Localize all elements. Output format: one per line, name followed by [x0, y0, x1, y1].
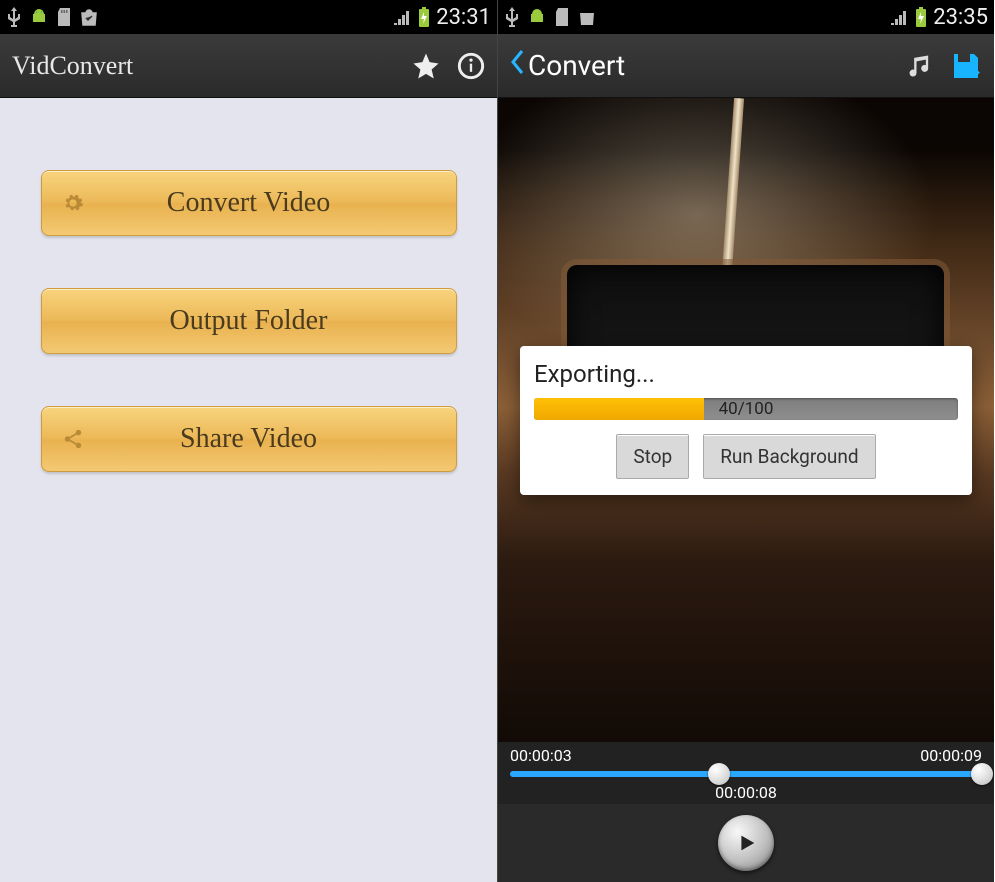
convert-video-button[interactable]: Convert Video	[41, 170, 457, 236]
android-icon	[528, 8, 546, 26]
video-area: Exporting... 40/100 Stop Run Background …	[498, 98, 994, 882]
seek-thumb-start[interactable]	[708, 763, 730, 785]
status-bar: 23:31	[0, 0, 497, 34]
status-time: 23:31	[436, 5, 491, 30]
usb-icon	[6, 7, 22, 27]
convert-header: Convert	[498, 34, 994, 98]
save-icon[interactable]	[950, 50, 982, 82]
page-title: Convert	[528, 49, 625, 82]
signal-icon	[889, 9, 909, 25]
play-icon	[735, 832, 757, 854]
progress-bar: 40/100	[534, 398, 958, 420]
output-folder-button[interactable]: Output Folder	[41, 288, 457, 354]
app-header: VidConvert	[0, 34, 497, 98]
back-button[interactable]	[510, 49, 526, 82]
output-folder-label: Output Folder	[170, 305, 328, 337]
seek-slider[interactable]	[510, 771, 982, 777]
share-video-label: Share Video	[180, 423, 317, 455]
store-icon	[80, 8, 98, 26]
video-preview[interactable]: Exporting... 40/100 Stop Run Background	[498, 98, 994, 742]
export-title: Exporting...	[534, 360, 958, 388]
usb-icon	[504, 7, 520, 27]
screen-main: 23:31 VidConvert Convert Video Output Fo…	[0, 0, 497, 882]
status-time: 23:35	[933, 5, 988, 30]
time-current: 00:00:03	[510, 746, 572, 765]
share-video-button[interactable]: Share Video	[41, 406, 457, 472]
share-icon	[62, 428, 84, 450]
time-scrub: 00:00:08	[510, 783, 982, 802]
run-background-button[interactable]: Run Background	[703, 434, 875, 479]
main-menu: Convert Video Output Folder Share Video	[0, 98, 497, 882]
stop-button[interactable]: Stop	[616, 434, 689, 479]
battery-charging-icon	[915, 7, 927, 27]
battery-charging-icon	[418, 7, 430, 27]
store-icon	[578, 8, 596, 26]
status-bar: 23:35	[498, 0, 994, 34]
sd-card-icon	[554, 8, 570, 26]
info-icon[interactable]	[457, 52, 485, 80]
signal-icon	[392, 9, 412, 25]
convert-video-label: Convert Video	[167, 187, 330, 219]
play-button[interactable]	[718, 815, 774, 871]
music-icon[interactable]	[906, 52, 934, 80]
seek-fill	[510, 771, 982, 777]
sd-card-icon	[56, 8, 72, 26]
screen-convert: 23:35 Convert Exporting... 40/100 Stop R…	[497, 0, 994, 882]
favorite-icon[interactable]	[411, 51, 441, 81]
play-bar	[498, 804, 994, 882]
seek-thumb-end[interactable]	[971, 763, 993, 785]
gear-icon	[62, 192, 84, 214]
timeline: 00:00:03 00:00:09 00:00:08	[498, 742, 994, 804]
export-dialog: Exporting... 40/100 Stop Run Background	[520, 346, 972, 495]
android-icon	[30, 8, 48, 26]
progress-label: 40/100	[534, 398, 958, 420]
time-end: 00:00:09	[920, 746, 982, 765]
app-title: VidConvert	[12, 51, 133, 81]
